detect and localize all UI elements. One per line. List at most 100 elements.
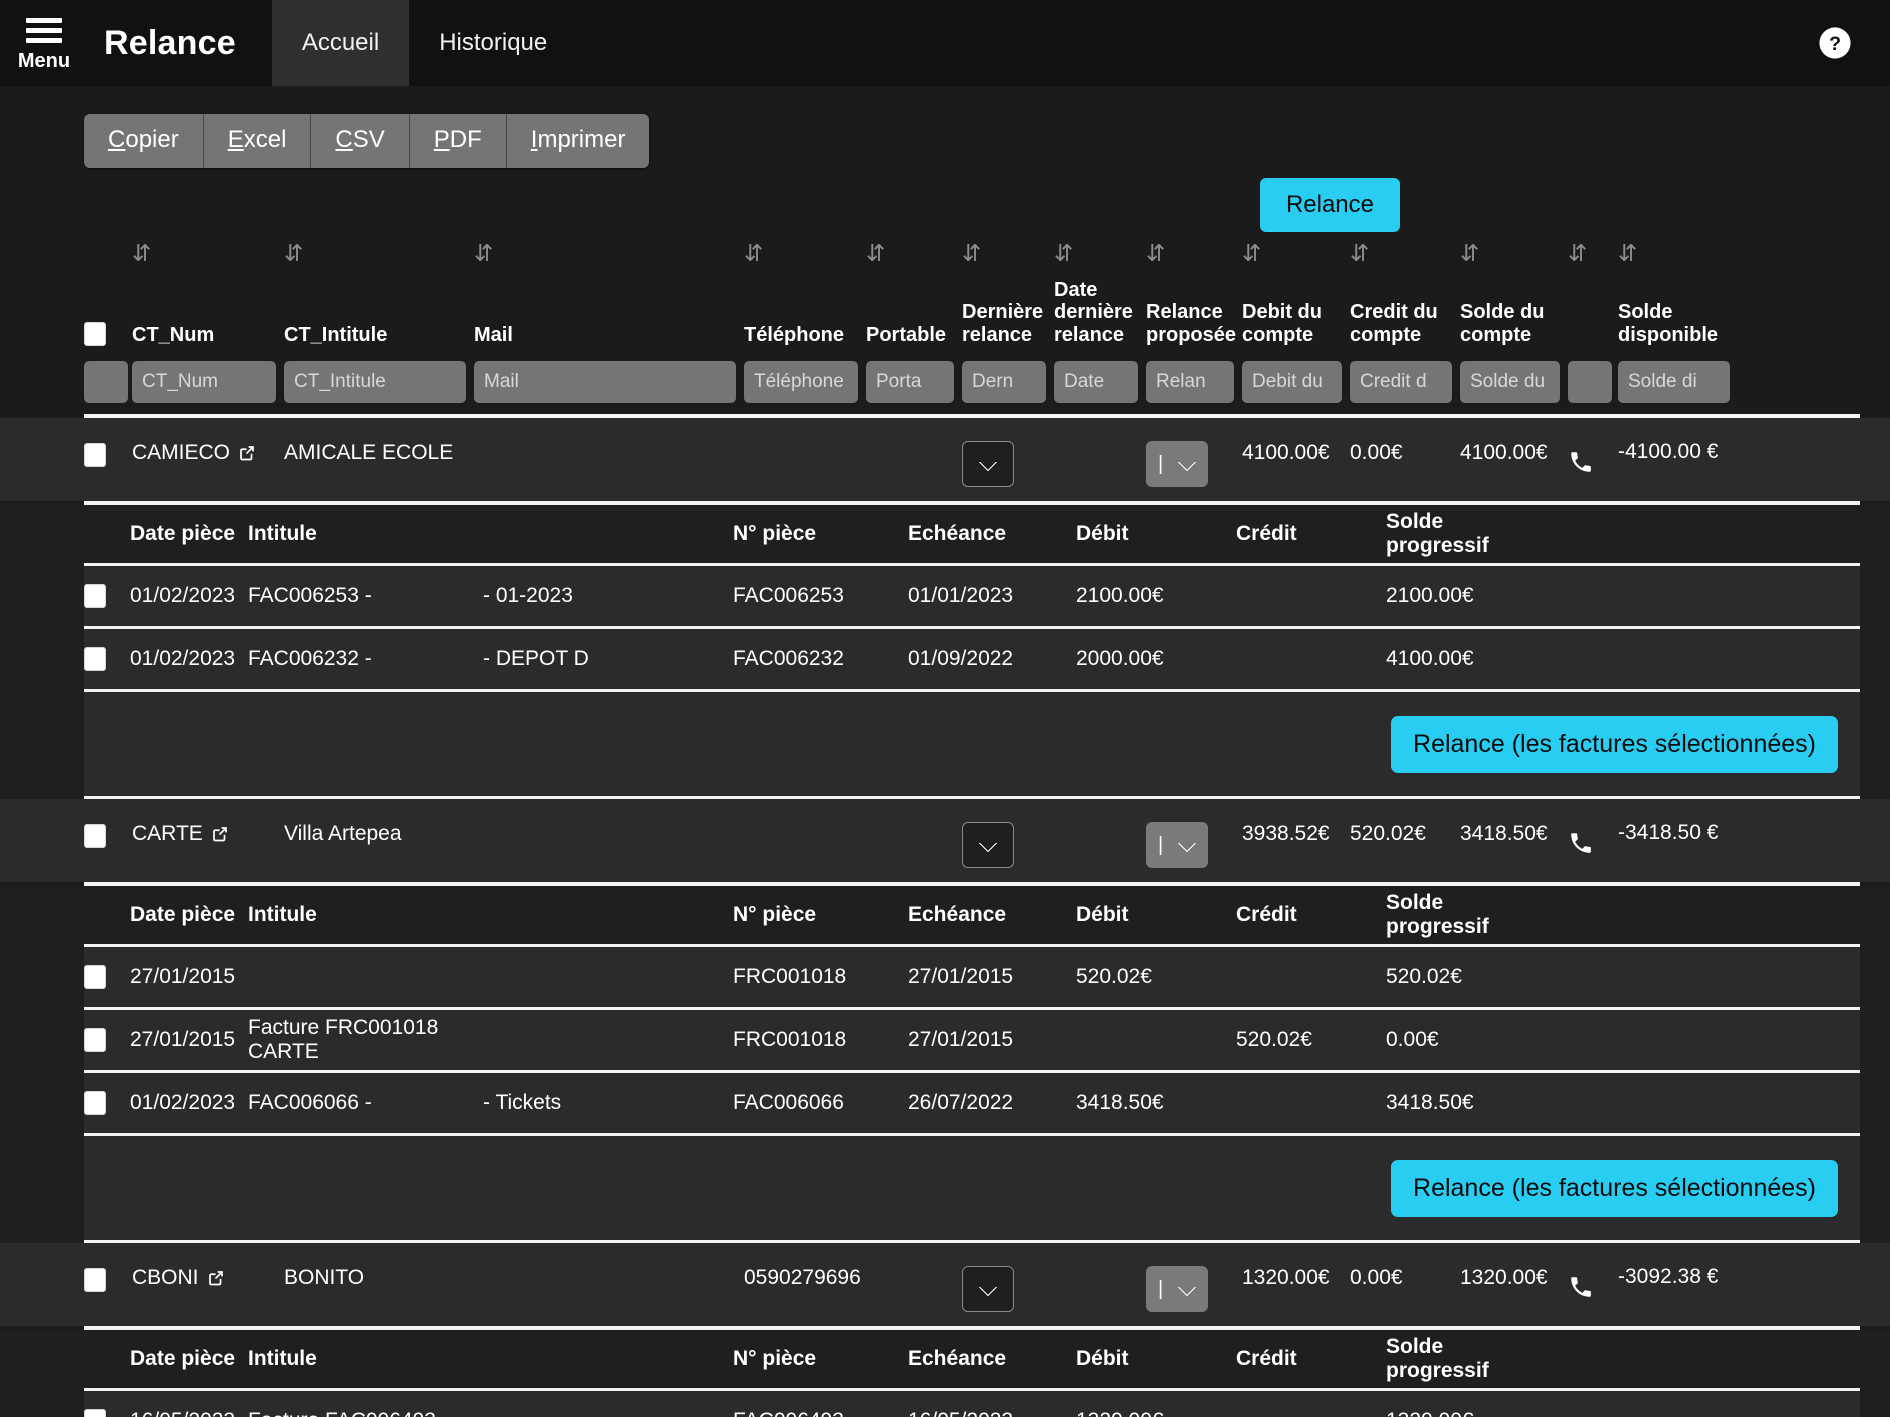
- invoice-solde-progressif: 4100.00€: [1386, 647, 1474, 670]
- invoice-checkbox[interactable]: [84, 647, 106, 671]
- filter-ct-intitule[interactable]: [284, 361, 466, 403]
- account-ct-num: CAMIECO: [132, 441, 231, 464]
- copier-accel: C: [108, 126, 126, 153]
- copier-rest: opier: [125, 126, 179, 153]
- sort-icon-solde-compte[interactable]: ⇵: [1460, 241, 1479, 265]
- filter-credit-compte[interactable]: [1350, 361, 1452, 403]
- csv-rest: SV: [352, 126, 385, 153]
- top-navbar: Menu Relance Accueil Historique ?: [0, 0, 1890, 86]
- relance-button[interactable]: Relance: [1259, 178, 1400, 232]
- filter-icon-col[interactable]: [1568, 361, 1612, 403]
- sort-icon-credit-compte[interactable]: ⇵: [1350, 241, 1369, 265]
- invoice-num-piece: FAC006493: [733, 1409, 908, 1417]
- invoice-checkbox[interactable]: [84, 1409, 106, 1417]
- account-credit-compte: 0.00€: [1350, 1266, 1403, 1289]
- relance-proposee-select[interactable]: |: [1146, 822, 1208, 868]
- menu-button[interactable]: Menu: [0, 0, 88, 86]
- invoice-row[interactable]: 01/02/2023 FAC006232 - - DEPOT D FAC0062…: [84, 629, 1860, 689]
- pdf-button[interactable]: PDF: [409, 114, 507, 168]
- phone-icon[interactable]: [1568, 1274, 1594, 1300]
- phone-icon[interactable]: [1568, 830, 1594, 856]
- filter-mail[interactable]: [474, 361, 736, 403]
- sort-icon-mail[interactable]: ⇵: [474, 241, 493, 265]
- invoice-row[interactable]: 01/02/2023 FAC006066 - - Tickets FAC0060…: [84, 1073, 1860, 1133]
- sort-icon-portable[interactable]: ⇵: [866, 241, 885, 265]
- derniere-relance-select[interactable]: [962, 1266, 1014, 1312]
- account-row[interactable]: CAMIECO AMICALE ECOLE | 4100.00€ 0.00€ 4…: [0, 418, 1890, 501]
- external-link-icon[interactable]: [238, 444, 256, 462]
- pdf-accel: P: [433, 126, 450, 153]
- filter-relance-proposee[interactable]: [1146, 361, 1234, 403]
- invoice-checkbox[interactable]: [84, 1091, 106, 1115]
- invoice-row[interactable]: 27/01/2015 Facture FRC001018 CARTE FRC00…: [84, 1010, 1860, 1070]
- derniere-relance-select[interactable]: [962, 822, 1014, 868]
- sub-header-debit: Débit: [1076, 1347, 1129, 1370]
- account-credit-compte: 0.00€: [1350, 441, 1403, 464]
- relance-app: Menu Relance Accueil Historique ? Copier…: [0, 0, 1890, 1417]
- sort-icon-debit-compte[interactable]: ⇵: [1242, 241, 1261, 265]
- external-link-icon[interactable]: [211, 825, 229, 843]
- menu-label: Menu: [17, 49, 71, 72]
- invoice-footer: Relance (les factures sélectionnées): [84, 1136, 1860, 1240]
- invoice-row[interactable]: 16/05/2023 Facture FAC006493 FAC006493 1…: [84, 1391, 1860, 1417]
- account-checkbox[interactable]: [84, 1268, 106, 1292]
- copier-button[interactable]: Copier: [84, 114, 204, 168]
- filter-checkbox-col[interactable]: [84, 361, 128, 403]
- header-derniere-relance: Dernière relance: [962, 301, 1044, 346]
- filter-portable[interactable]: [866, 361, 954, 403]
- relance-selected-invoices-button[interactable]: Relance (les factures sélectionnées): [1391, 715, 1838, 773]
- imprimer-button[interactable]: Imprimer: [506, 114, 650, 168]
- relance-proposee-select[interactable]: |: [1146, 441, 1208, 487]
- account-portable: [866, 432, 962, 441]
- sort-icon-phone-col[interactable]: ⇵: [1568, 241, 1587, 265]
- sort-icon-ct-intitule[interactable]: ⇵: [284, 241, 303, 265]
- filter-date-derniere-relance[interactable]: [1054, 361, 1138, 403]
- header-debit-compte: Debit du compte: [1242, 301, 1322, 346]
- sort-icon-derniere-relance[interactable]: ⇵: [962, 241, 981, 265]
- filter-solde-disponible[interactable]: [1618, 361, 1730, 403]
- tab-historique[interactable]: Historique: [409, 0, 577, 86]
- sort-icon-date-derniere-relance[interactable]: ⇵: [1054, 241, 1073, 265]
- column-header-row: CT_Num CT_Intitule Mail Téléphone Portab…: [0, 274, 1890, 350]
- relance-proposee-select[interactable]: |: [1146, 1266, 1208, 1312]
- invoice-credit: 520.02€: [1236, 1028, 1312, 1051]
- phone-icon[interactable]: [1568, 449, 1594, 475]
- sub-header-date-piece: Date pièce: [130, 903, 236, 926]
- invoice-subtable: Date pièce Intitule N° pièce Echéance Dé…: [0, 1330, 1890, 1417]
- select-all-checkbox[interactable]: [84, 322, 106, 346]
- derniere-relance-select[interactable]: [962, 441, 1014, 487]
- filter-telephone[interactable]: [744, 361, 858, 403]
- account-row[interactable]: CARTE Villa Artepea | 3938.52€ 520.02€ 3…: [0, 799, 1890, 882]
- external-link-icon[interactable]: [207, 1269, 225, 1287]
- sort-icon-ct-num[interactable]: ⇵: [132, 241, 151, 265]
- csv-button[interactable]: CSV: [311, 114, 410, 168]
- filter-ct-num[interactable]: [132, 361, 276, 403]
- invoice-date-piece: 01/02/2023: [130, 647, 236, 670]
- invoice-checkbox[interactable]: [84, 1028, 106, 1052]
- accounts-table: ⇵ ⇵ ⇵ ⇵ ⇵ ⇵ ⇵ ⇵ ⇵ ⇵ ⇵ ⇵ ⇵ CT_Num CT_Inti…: [0, 232, 1890, 1417]
- filter-debit-compte[interactable]: [1242, 361, 1342, 403]
- account-portable: [866, 1257, 962, 1266]
- sort-icon-telephone[interactable]: ⇵: [744, 241, 763, 265]
- invoice-checkbox[interactable]: [84, 584, 106, 608]
- account-row[interactable]: CBONI BONITO 0590279696 | 1320.00€ 0.00€…: [0, 1243, 1890, 1326]
- filter-solde-compte[interactable]: [1460, 361, 1560, 403]
- sort-icon-row: ⇵ ⇵ ⇵ ⇵ ⇵ ⇵ ⇵ ⇵ ⇵ ⇵ ⇵ ⇵ ⇵: [0, 232, 1890, 274]
- relance-selected-invoices-button[interactable]: Relance (les factures sélectionnées): [1391, 1159, 1838, 1217]
- account-checkbox[interactable]: [84, 824, 106, 848]
- account-checkbox[interactable]: [84, 443, 106, 467]
- help-circle-icon[interactable]: ?: [1818, 26, 1852, 60]
- imprimer-rest: mprimer: [537, 126, 626, 153]
- excel-button[interactable]: Excel: [203, 114, 312, 168]
- sort-icon-solde-disponible[interactable]: ⇵: [1618, 241, 1637, 265]
- csv-accel: C: [335, 126, 353, 153]
- filter-derniere-relance[interactable]: [962, 361, 1046, 403]
- invoice-row[interactable]: 01/02/2023 FAC006253 - - 01-2023 FAC0062…: [84, 566, 1860, 626]
- invoice-checkbox[interactable]: [84, 965, 106, 989]
- tab-accueil[interactable]: Accueil: [271, 0, 410, 86]
- nav-tabs: Accueil Historique: [271, 0, 577, 86]
- invoice-date-piece: 01/02/2023: [130, 1091, 236, 1114]
- sort-icon-relance-proposee[interactable]: ⇵: [1146, 241, 1165, 265]
- invoice-debit: 2000.00€: [1076, 647, 1164, 670]
- invoice-row[interactable]: 27/01/2015 FRC001018 27/01/2015 520.02€ …: [84, 947, 1860, 1007]
